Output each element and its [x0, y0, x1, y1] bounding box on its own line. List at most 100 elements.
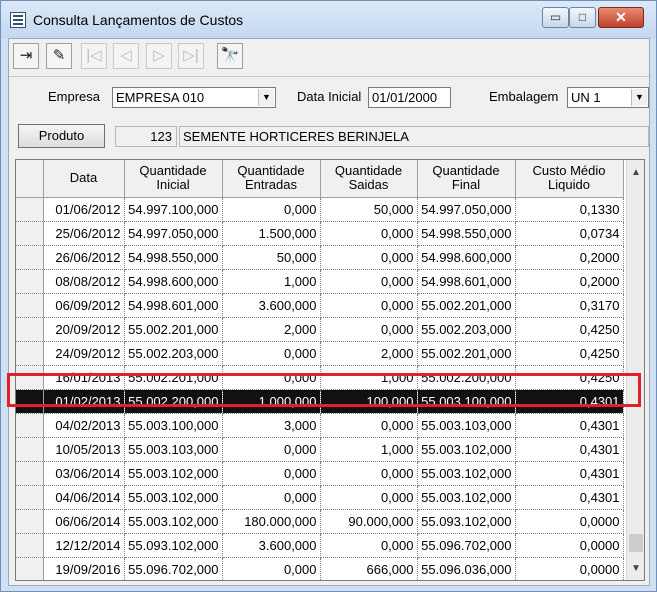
cell-qtd-entradas[interactable]: 0,000	[222, 341, 321, 366]
cell-qtd-saidas[interactable]: 100,000	[320, 389, 418, 414]
cell-qtd-saidas[interactable]: 90.000,000	[320, 509, 418, 534]
table-row[interactable]: 06/09/2012 54.998.601,000 3.600,000 0,000 55…	[16, 293, 624, 318]
cell-qtd-inicial[interactable]: 54.997.050,000	[124, 221, 223, 246]
column-header-custo-medio[interactable]: Custo Médio Liquido	[515, 160, 624, 198]
cell-qtd-entradas[interactable]: 50,000	[222, 245, 321, 270]
cell-qtd-inicial[interactable]: 55.002.201,000	[124, 365, 223, 390]
cell-custo-medio[interactable]: 0,0000	[515, 533, 624, 558]
previous-record-icon[interactable]: ◁	[113, 43, 139, 69]
vertical-scrollbar[interactable]: ▲ ▼	[626, 160, 644, 580]
cell-custo-medio[interactable]: 0,1330	[515, 197, 624, 222]
cell-qtd-saidas[interactable]: 0,000	[320, 269, 418, 294]
column-header-qtd-entradas[interactable]: Quantidade Entradas	[222, 160, 321, 198]
cell-qtd-final[interactable]: 55.002.200,000	[417, 365, 516, 390]
cell-qtd-final[interactable]: 55.003.100,000	[417, 389, 516, 414]
row-indicator[interactable]	[16, 221, 44, 246]
cell-qtd-inicial[interactable]: 55.003.103,000	[124, 437, 223, 462]
cell-qtd-inicial[interactable]: 55.003.100,000	[124, 413, 223, 438]
cell-data[interactable]: 10/05/2013	[43, 437, 125, 462]
costs-grid[interactable]: Data Quantidade Inicial Quantidade Entra…	[15, 159, 645, 581]
row-indicator[interactable]	[16, 533, 44, 558]
first-record-icon[interactable]: |◁	[81, 43, 107, 69]
cell-qtd-final[interactable]: 55.003.102,000	[417, 485, 516, 510]
minimize-button[interactable]: ▭	[542, 7, 569, 28]
row-indicator[interactable]	[16, 245, 44, 270]
cell-qtd-saidas[interactable]: 666,000	[320, 557, 418, 580]
cell-custo-medio[interactable]: 0,4301	[515, 389, 624, 414]
row-indicator[interactable]	[16, 365, 44, 390]
column-header-qtd-inicial[interactable]: Quantidade Inicial	[124, 160, 223, 198]
cell-qtd-saidas[interactable]: 0,000	[320, 413, 418, 438]
cell-data[interactable]: 12/12/2014	[43, 533, 125, 558]
cell-qtd-entradas[interactable]: 1.000,000	[222, 389, 321, 414]
cell-qtd-final[interactable]: 55.002.201,000	[417, 341, 516, 366]
table-row[interactable]: 19/09/2016 55.096.702,000 0,000 666,000 55.0…	[16, 557, 624, 580]
table-row[interactable]: 04/06/2014 55.003.102,000 0,000 0,000 55.003…	[16, 485, 624, 510]
row-indicator[interactable]	[16, 389, 44, 414]
cell-qtd-entradas[interactable]: 0,000	[222, 197, 321, 222]
cell-qtd-final[interactable]: 55.003.102,000	[417, 461, 516, 486]
cell-qtd-inicial[interactable]: 54.998.550,000	[124, 245, 223, 270]
chevron-down-icon[interactable]: ▼	[258, 89, 274, 106]
row-indicator[interactable]	[16, 269, 44, 294]
table-row[interactable]: 26/06/2012 54.998.550,000 50,000 0,000 54.99…	[16, 245, 624, 270]
table-row[interactable]: 01/02/2013 55.002.200,000 1.000,000 100,000…	[16, 389, 624, 414]
embalagem-select[interactable]: UN 1 ▼	[567, 87, 649, 108]
cell-qtd-final[interactable]: 55.093.102,000	[417, 509, 516, 534]
table-row[interactable]: 20/09/2012 55.002.201,000 2,000 0,000 55.002…	[16, 317, 624, 342]
cell-data[interactable]: 20/09/2012	[43, 317, 125, 342]
cell-qtd-saidas[interactable]: 2,000	[320, 341, 418, 366]
cell-qtd-inicial[interactable]: 55.093.102,000	[124, 533, 223, 558]
cell-qtd-inicial[interactable]: 55.003.102,000	[124, 509, 223, 534]
cell-qtd-inicial[interactable]: 55.002.200,000	[124, 389, 223, 414]
data-inicial-field[interactable]: 01/01/2000	[368, 87, 451, 108]
cell-qtd-final[interactable]: 55.096.036,000	[417, 557, 516, 580]
cell-qtd-final[interactable]: 54.998.550,000	[417, 221, 516, 246]
cell-custo-medio[interactable]: 0,0734	[515, 221, 624, 246]
cell-qtd-inicial[interactable]: 54.997.100,000	[124, 197, 223, 222]
cell-custo-medio[interactable]: 0,4301	[515, 461, 624, 486]
cell-data[interactable]: 25/06/2012	[43, 221, 125, 246]
cell-qtd-entradas[interactable]: 0,000	[222, 365, 321, 390]
cell-custo-medio[interactable]: 0,2000	[515, 245, 624, 270]
cell-qtd-saidas[interactable]: 0,000	[320, 533, 418, 558]
column-header-qtd-saidas[interactable]: Quantidade Saidas	[320, 160, 418, 198]
scroll-down-icon[interactable]: ▼	[627, 560, 644, 578]
cell-data[interactable]: 06/06/2014	[43, 509, 125, 534]
cell-qtd-saidas[interactable]: 1,000	[320, 365, 418, 390]
row-indicator[interactable]	[16, 509, 44, 534]
cell-data[interactable]: 04/02/2013	[43, 413, 125, 438]
scroll-thumb[interactable]	[629, 534, 643, 552]
cell-qtd-entradas[interactable]: 1.500,000	[222, 221, 321, 246]
cell-custo-medio[interactable]: 0,0000	[515, 557, 624, 580]
cell-data[interactable]: 04/06/2014	[43, 485, 125, 510]
column-header-data[interactable]: Data	[43, 160, 125, 198]
last-record-icon[interactable]: ▷|	[178, 43, 204, 69]
cell-qtd-final[interactable]: 55.003.103,000	[417, 413, 516, 438]
cell-data[interactable]: 24/09/2012	[43, 341, 125, 366]
row-indicator[interactable]	[16, 197, 44, 222]
cell-qtd-inicial[interactable]: 55.003.102,000	[124, 485, 223, 510]
row-indicator[interactable]	[16, 293, 44, 318]
cell-qtd-inicial[interactable]: 54.998.601,000	[124, 293, 223, 318]
cell-qtd-saidas[interactable]: 50,000	[320, 197, 418, 222]
table-row[interactable]: 16/01/2013 55.002.201,000 0,000 1,000 55.002…	[16, 365, 624, 390]
cell-qtd-saidas[interactable]: 1,000	[320, 437, 418, 462]
eraser-icon[interactable]: ✎	[46, 43, 72, 69]
cell-qtd-inicial[interactable]: 55.002.201,000	[124, 317, 223, 342]
binoculars-icon[interactable]: 🔭	[217, 43, 243, 69]
cell-data[interactable]: 06/09/2012	[43, 293, 125, 318]
cell-qtd-inicial[interactable]: 54.998.600,000	[124, 269, 223, 294]
cell-custo-medio[interactable]: 0,4301	[515, 413, 624, 438]
cell-qtd-final[interactable]: 55.096.702,000	[417, 533, 516, 558]
cell-qtd-final[interactable]: 54.998.600,000	[417, 245, 516, 270]
cell-custo-medio[interactable]: 0,4301	[515, 485, 624, 510]
cell-data[interactable]: 01/06/2012	[43, 197, 125, 222]
maximize-button[interactable]: □	[569, 7, 596, 28]
cell-qtd-saidas[interactable]: 0,000	[320, 245, 418, 270]
cell-qtd-final[interactable]: 55.003.102,000	[417, 437, 516, 462]
row-indicator[interactable]	[16, 557, 44, 580]
row-indicator[interactable]	[16, 341, 44, 366]
cell-custo-medio[interactable]: 0,4250	[515, 365, 624, 390]
cell-qtd-entradas[interactable]: 0,000	[222, 437, 321, 462]
